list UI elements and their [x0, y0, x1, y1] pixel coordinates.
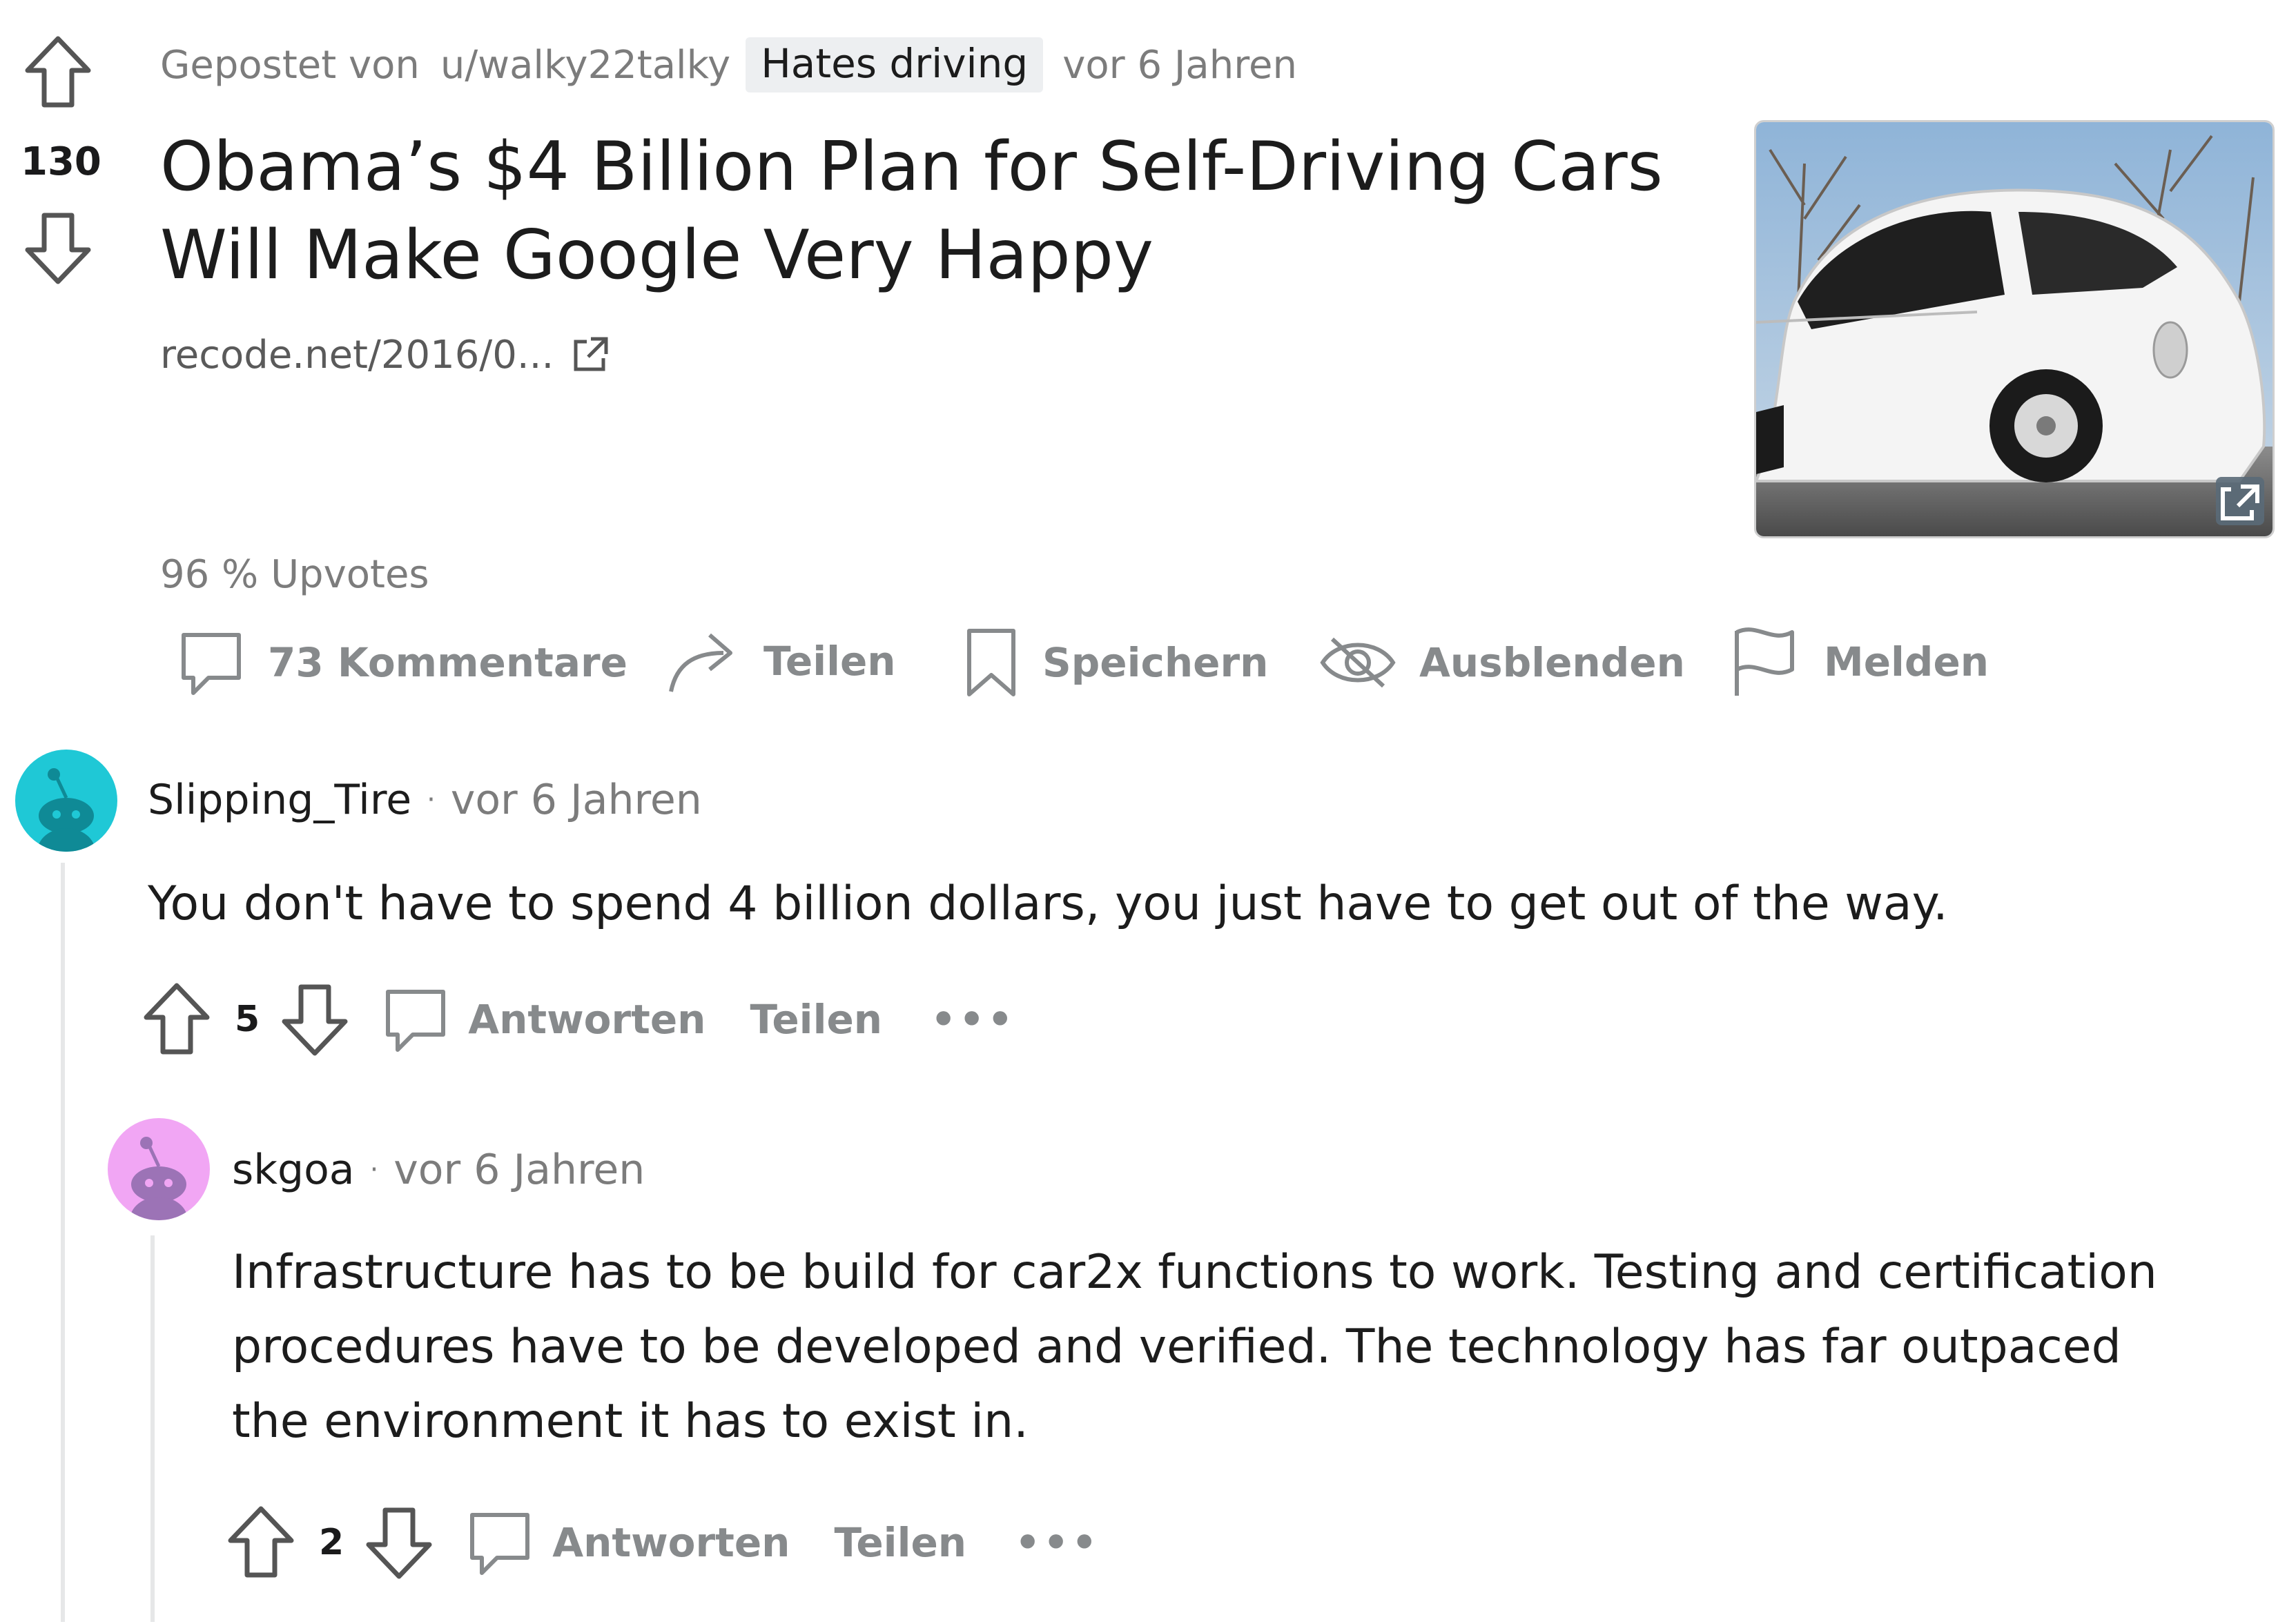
upvote-arrow-icon[interactable]: [226, 1506, 295, 1579]
downvote-arrow-icon[interactable]: [280, 983, 349, 1056]
avatar[interactable]: [108, 1118, 210, 1220]
comment-bubble-icon: [177, 628, 246, 697]
comment-score: 5: [235, 999, 260, 1040]
reply-label: Antworten: [552, 1519, 790, 1566]
comment-score: 2: [319, 1522, 344, 1563]
comment-bubble-icon: [381, 985, 450, 1054]
comments-button[interactable]: 73 Kommentare: [177, 628, 627, 697]
post-author-link[interactable]: u/walky22talky: [440, 43, 730, 88]
post-link[interactable]: recode.net/2016/0...: [160, 333, 610, 378]
comment-text-line: procedures have to be developed and veri…: [232, 1320, 2121, 1374]
comment-author[interactable]: Slipping_Tire: [148, 776, 411, 824]
comment-text: Infrastructure has to be build for car2x…: [232, 1235, 2157, 1459]
more-options-button[interactable]: •••: [1015, 1519, 1100, 1566]
share-arrow-icon: [667, 625, 739, 697]
post-link-text: recode.net/2016/0...: [160, 333, 554, 378]
post-title[interactable]: Obama’s $4 Billion Plan for Self-Driving…: [160, 123, 1720, 300]
bookmark-icon: [964, 627, 1019, 698]
comment-actions: 5 Antworten Teilen •••: [142, 983, 1015, 1056]
report-label: Melden: [1824, 638, 1989, 685]
report-button[interactable]: Melden: [1730, 625, 1989, 698]
comment-text-line: Infrastructure has to be build for car2x…: [232, 1245, 2157, 1300]
flag-icon: [1730, 625, 1799, 698]
comment-actions: 2 Antworten Teilen •••: [226, 1506, 1100, 1579]
reply-label: Antworten: [468, 996, 706, 1043]
avatar[interactable]: [15, 750, 117, 852]
comment-bubble-icon: [465, 1508, 534, 1577]
save-label: Speichern: [1042, 639, 1269, 686]
share-button[interactable]: Teilen: [667, 625, 896, 697]
meta-separator: ·: [427, 784, 436, 816]
comment-meta: skgoa · vor 6 Jahren: [232, 1146, 645, 1194]
downvote-arrow-icon[interactable]: [364, 1506, 434, 1579]
more-options-button[interactable]: •••: [931, 996, 1015, 1043]
thread-line[interactable]: [150, 1235, 155, 1622]
post-score: 130: [21, 139, 101, 184]
posted-by-label: Gepostet von: [160, 42, 420, 88]
downvote-arrow-icon[interactable]: [23, 211, 93, 284]
upvote-arrow-icon[interactable]: [142, 983, 211, 1056]
reply-button[interactable]: Antworten: [381, 985, 705, 1054]
comment-text: You don't have to spend 4 billion dollar…: [148, 877, 1948, 931]
comment-share-button[interactable]: Teilen: [834, 1519, 966, 1566]
reply-button[interactable]: Antworten: [465, 1508, 790, 1577]
comment-share-button[interactable]: Teilen: [750, 996, 882, 1043]
post-flair[interactable]: Hates driving: [746, 37, 1044, 92]
upvote-ratio: 96 % Upvotes: [160, 552, 429, 597]
comments-label: 73 Kommentare: [268, 639, 627, 686]
save-button[interactable]: Speichern: [964, 627, 1268, 698]
hide-button[interactable]: Ausblenden: [1320, 634, 1685, 692]
external-link-icon: [569, 335, 610, 376]
meta-separator: ·: [369, 1154, 379, 1186]
comment-meta: Slipping_Tire · vor 6 Jahren: [148, 776, 702, 824]
share-label: Teilen: [763, 638, 896, 685]
hide-label: Ausblenden: [1419, 639, 1685, 686]
post-time: vor 6 Jahren: [1062, 42, 1297, 88]
comment-text-line: the environment it has to exist in.: [232, 1394, 1029, 1449]
comment-time: vor 6 Jahren: [393, 1146, 645, 1194]
post-meta: Gepostet von u/walky22talky Hates drivin…: [160, 37, 1297, 92]
post-title-line: Obama’s $4 Billion Plan for Self-Driving…: [160, 128, 1663, 206]
post-title-line: Will Make Google Very Happy: [160, 216, 1154, 295]
post-thumbnail[interactable]: [1754, 120, 2275, 538]
thread-line[interactable]: [61, 863, 65, 1622]
upvote-arrow-icon[interactable]: [23, 36, 93, 109]
comment-author[interactable]: skgoa: [232, 1146, 355, 1194]
hide-eye-icon: [1320, 634, 1396, 692]
comment-time: vor 6 Jahren: [450, 776, 702, 824]
